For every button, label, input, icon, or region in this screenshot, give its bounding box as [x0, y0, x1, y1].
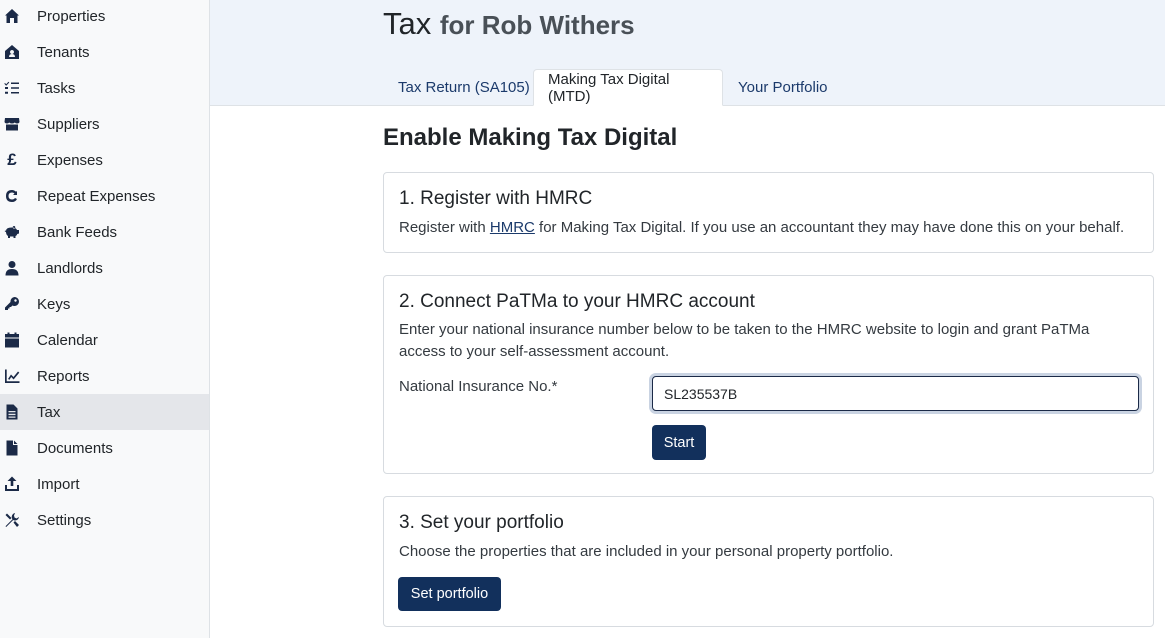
- step1-text: Register with HMRC for Making Tax Digita…: [399, 217, 1124, 239]
- sidebar-item-expenses[interactable]: £ Expenses: [0, 142, 209, 178]
- sidebar-item-landlords[interactable]: Landlords: [0, 250, 209, 286]
- tab-your-portfolio[interactable]: Your Portfolio: [724, 69, 842, 106]
- sidebar-item-tasks[interactable]: Tasks: [0, 70, 209, 106]
- sidebar-item-label: Properties: [37, 7, 106, 25]
- sidebar-item-calendar[interactable]: Calendar: [0, 322, 209, 358]
- register-hmrc-card: 1. Register with HMRC Register with HMRC…: [383, 172, 1154, 253]
- sidebar-item-label: Settings: [37, 511, 92, 529]
- sidebar-item-label: Reports: [37, 367, 90, 385]
- connect-hmrc-card: 2. Connect PaTMa to your HMRC account En…: [383, 275, 1154, 474]
- sidebar-item-reports[interactable]: Reports: [0, 358, 209, 394]
- step1-title: 1. Register with HMRC: [399, 188, 593, 209]
- calendar-icon: [4, 332, 20, 348]
- step3-text: Choose the properties that are included …: [399, 543, 894, 560]
- section-heading: Enable Making Tax Digital: [383, 124, 678, 151]
- pound-icon: £: [7, 150, 17, 169]
- page-title-main: Tax: [383, 6, 432, 41]
- hmrc-link[interactable]: HMRC: [490, 219, 535, 236]
- set-portfolio-button[interactable]: Set portfolio: [398, 577, 501, 611]
- home-icon: [4, 8, 20, 24]
- sidebar-item-properties[interactable]: Properties: [0, 0, 209, 34]
- step1-text-after: for Making Tax Digital. If you use an ac…: [534, 219, 1125, 236]
- start-button[interactable]: Start: [652, 425, 706, 460]
- upload-icon: [4, 476, 20, 492]
- file-icon: [4, 440, 20, 456]
- tools-icon: [4, 512, 20, 528]
- step3-title: 3. Set your portfolio: [399, 512, 564, 533]
- sidebar-item-label: Bank Feeds: [37, 223, 118, 241]
- sidebar-item-tenants[interactable]: Tenants: [0, 34, 209, 70]
- checklist-icon: [4, 80, 20, 96]
- sidebar-item-label: Keys: [37, 295, 71, 313]
- tab-tax-return[interactable]: Tax Return (SA105): [384, 69, 544, 106]
- sidebar-item-label: Tenants: [37, 43, 90, 61]
- sidebar-item-label: Import: [37, 475, 80, 493]
- sidebar: Properties Tenants Tasks Suppliers £ Exp…: [0, 0, 210, 638]
- step1-text-before: Register with: [399, 219, 490, 236]
- sidebar-item-documents[interactable]: Documents: [0, 430, 209, 466]
- sidebar-item-label: Tax: [37, 403, 61, 421]
- sidebar-item-label: Repeat Expenses: [37, 187, 156, 205]
- store-icon: [4, 116, 20, 132]
- page-title-subtitle: for Rob Withers: [439, 10, 635, 40]
- tab-making-tax-digital[interactable]: Making Tax Digital (MTD): [533, 69, 723, 106]
- set-portfolio-card: 3. Set your portfolio Choose the propert…: [383, 496, 1154, 627]
- tenant-house-icon: [4, 44, 20, 60]
- sidebar-item-label: Documents: [37, 439, 113, 457]
- page-title: Tax for Rob Withers: [383, 6, 635, 42]
- sidebar-item-repeat-expenses[interactable]: Repeat Expenses: [0, 178, 209, 214]
- ni-number-input[interactable]: [652, 376, 1139, 411]
- sidebar-item-suppliers[interactable]: Suppliers: [0, 106, 209, 142]
- key-icon: [4, 296, 20, 312]
- user-icon: [4, 260, 20, 276]
- sidebar-item-bank-feeds[interactable]: Bank Feeds: [0, 214, 209, 250]
- sidebar-item-settings[interactable]: Settings: [0, 502, 209, 538]
- sidebar-item-label: Landlords: [37, 259, 103, 277]
- step2-title: 2. Connect PaTMa to your HMRC account: [399, 291, 755, 312]
- sidebar-item-keys[interactable]: Keys: [0, 286, 209, 322]
- document-icon: [4, 404, 20, 420]
- sidebar-item-tax[interactable]: Tax: [0, 394, 209, 430]
- sidebar-item-import[interactable]: Import: [0, 466, 209, 502]
- chart-icon: [4, 368, 20, 384]
- piggy-bank-icon: [4, 224, 20, 240]
- sidebar-item-label: Calendar: [37, 331, 98, 349]
- step2-text: Enter your national insurance number bel…: [399, 321, 1090, 360]
- sidebar-item-label: Expenses: [37, 151, 103, 169]
- ni-number-label: National Insurance No.*: [399, 378, 558, 395]
- sidebar-item-label: Suppliers: [37, 115, 100, 133]
- repeat-icon: [4, 188, 20, 204]
- sidebar-item-label: Tasks: [37, 79, 76, 97]
